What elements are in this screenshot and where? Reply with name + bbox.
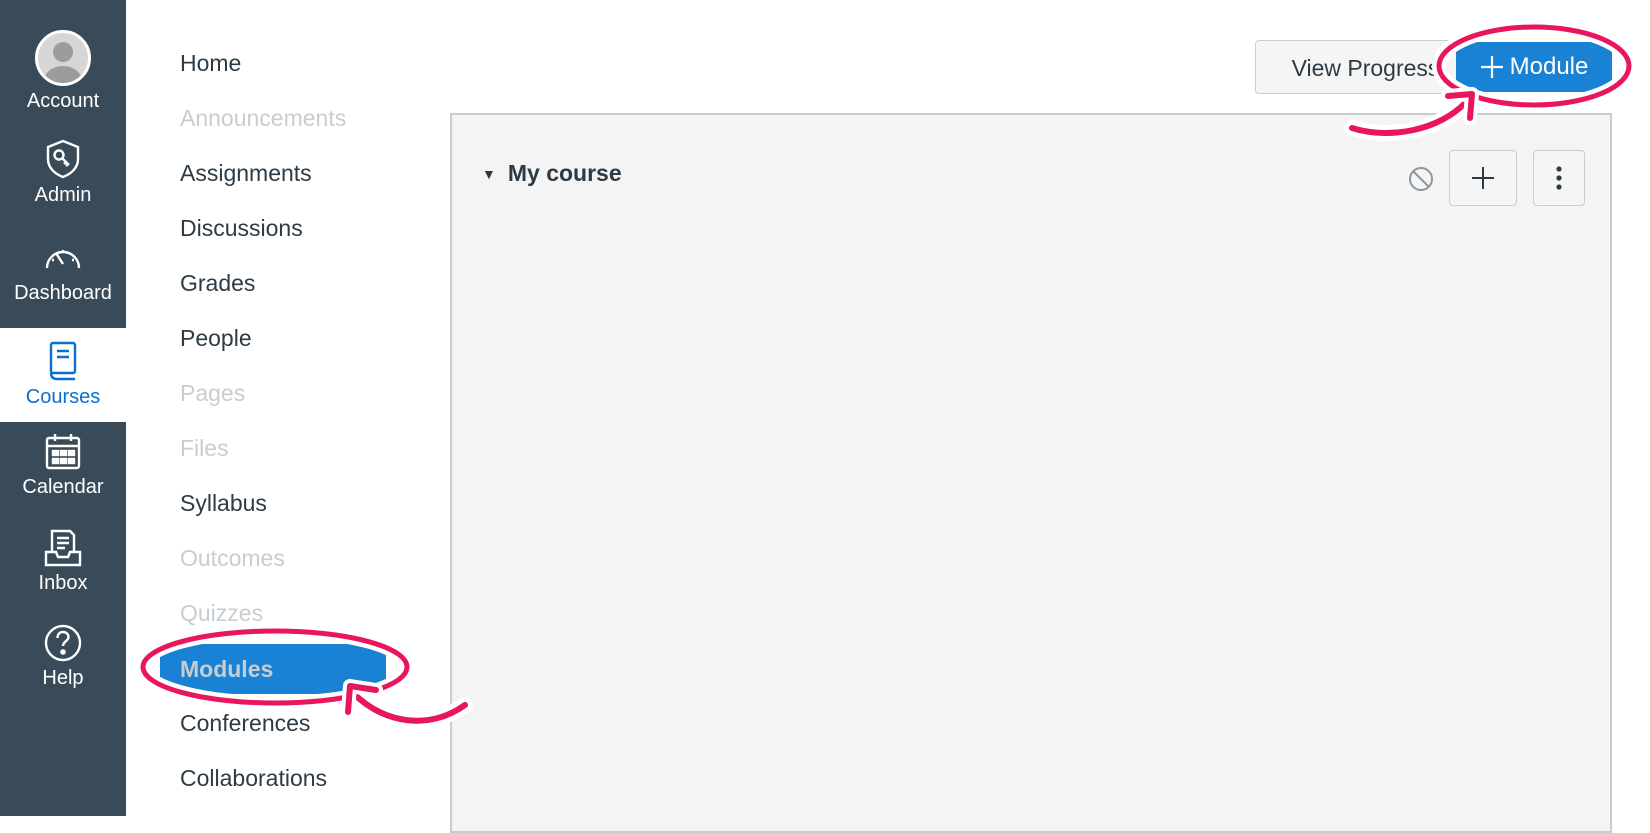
- course-nav-outcomes[interactable]: Outcomes: [180, 545, 285, 572]
- global-nav-dashboard[interactable]: Dashboard: [0, 238, 126, 305]
- course-nav-people[interactable]: People: [180, 325, 252, 352]
- global-nav-label: Calendar: [22, 476, 104, 498]
- global-nav: Account Admin Dashboard Courses Calendar…: [0, 0, 126, 816]
- calendar-icon: [45, 434, 81, 470]
- course-nav-grades[interactable]: Grades: [180, 270, 255, 297]
- add-item-button[interactable]: [1449, 150, 1517, 206]
- module-title: My course: [507, 160, 622, 186]
- course-nav-syllabus[interactable]: Syllabus: [180, 490, 267, 517]
- global-nav-courses[interactable]: Courses: [0, 328, 126, 422]
- unpublished-icon[interactable]: [1407, 165, 1435, 193]
- global-nav-calendar[interactable]: Calendar: [0, 432, 126, 499]
- course-nav-assignments[interactable]: Assignments: [180, 160, 312, 187]
- plus-icon: [1472, 167, 1494, 189]
- book-icon: [49, 341, 77, 381]
- global-nav-account[interactable]: Account: [0, 30, 126, 113]
- course-nav-conferences[interactable]: Conferences: [180, 710, 310, 737]
- course-nav-files[interactable]: Files: [180, 435, 229, 462]
- plus-icon: [1480, 56, 1503, 78]
- module-options-button[interactable]: [1533, 150, 1585, 206]
- speedometer-icon: [45, 250, 81, 269]
- course-nav-quizzes[interactable]: Quizzes: [180, 600, 263, 627]
- global-nav-label: Inbox: [38, 572, 88, 594]
- module-header[interactable]: ▼ My course: [482, 160, 622, 187]
- global-nav-label: Admin: [34, 184, 92, 206]
- course-nav-home[interactable]: Home: [180, 50, 241, 77]
- course-nav-discussions[interactable]: Discussions: [180, 215, 303, 242]
- course-nav-announcements[interactable]: Announcements: [180, 105, 346, 132]
- global-nav-label: Courses: [25, 386, 101, 408]
- inbox-icon: [44, 529, 82, 567]
- course-nav-pages[interactable]: Pages: [180, 380, 245, 407]
- global-nav-label: Help: [42, 667, 84, 689]
- global-nav-help[interactable]: Help: [0, 623, 126, 690]
- shield-key-icon: [46, 139, 80, 179]
- course-nav-modules[interactable]: Modules: [160, 644, 386, 694]
- global-nav-label: Dashboard: [14, 282, 112, 304]
- global-nav-label: Account: [26, 90, 100, 112]
- collapse-caret-icon[interactable]: ▼: [482, 166, 496, 182]
- add-module-label: Module: [1509, 53, 1589, 80]
- question-icon: [44, 624, 82, 662]
- course-nav-collaborations[interactable]: Collaborations: [180, 765, 327, 792]
- global-nav-inbox[interactable]: Inbox: [0, 528, 126, 595]
- view-progress-button[interactable]: View Progress: [1255, 40, 1460, 94]
- module-panel: [450, 113, 1612, 833]
- account-avatar: [35, 30, 91, 86]
- more-vertical-icon: [1556, 166, 1562, 190]
- global-nav-admin[interactable]: Admin: [0, 138, 126, 207]
- add-module-button[interactable]: Module: [1456, 42, 1612, 92]
